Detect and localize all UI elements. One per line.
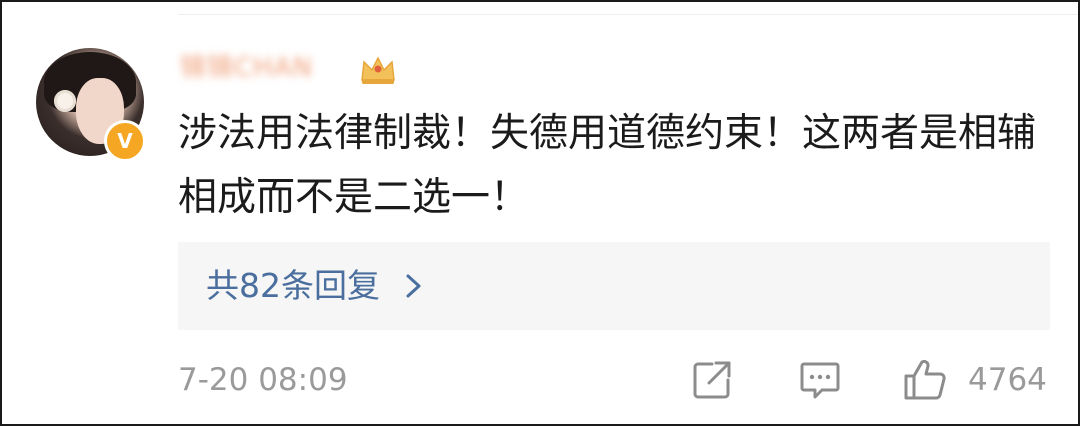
replies-label: 共82条回复 bbox=[206, 266, 380, 305]
verified-badge-icon: V bbox=[104, 120, 146, 162]
crown-icon bbox=[361, 56, 395, 84]
comment-icon[interactable] bbox=[798, 358, 842, 402]
share-icon[interactable] bbox=[690, 358, 734, 402]
chevron-right-icon bbox=[406, 274, 420, 297]
comment-card: V 锦锦CHAN 涉法用法律制裁！失德用道德约束！这两者是相辅相成而不是二选一！… bbox=[0, 0, 1080, 426]
replies-box: 共82条回复 bbox=[178, 242, 1050, 330]
timestamp: 7-20 08:09 bbox=[178, 362, 348, 398]
view-replies-link[interactable]: 共82条回复 bbox=[206, 242, 425, 330]
like-count: 4764 bbox=[968, 362, 1047, 398]
avatar-flower bbox=[54, 90, 76, 112]
username[interactable]: 锦锦CHAN bbox=[180, 52, 313, 84]
like-button[interactable]: 4764 bbox=[902, 358, 1062, 402]
top-divider bbox=[178, 14, 1078, 15]
comment-text: 涉法用法律制裁！失德用道德约束！这两者是相辅相成而不是二选一！ bbox=[178, 111, 1037, 220]
thumbs-up-icon bbox=[904, 359, 946, 400]
